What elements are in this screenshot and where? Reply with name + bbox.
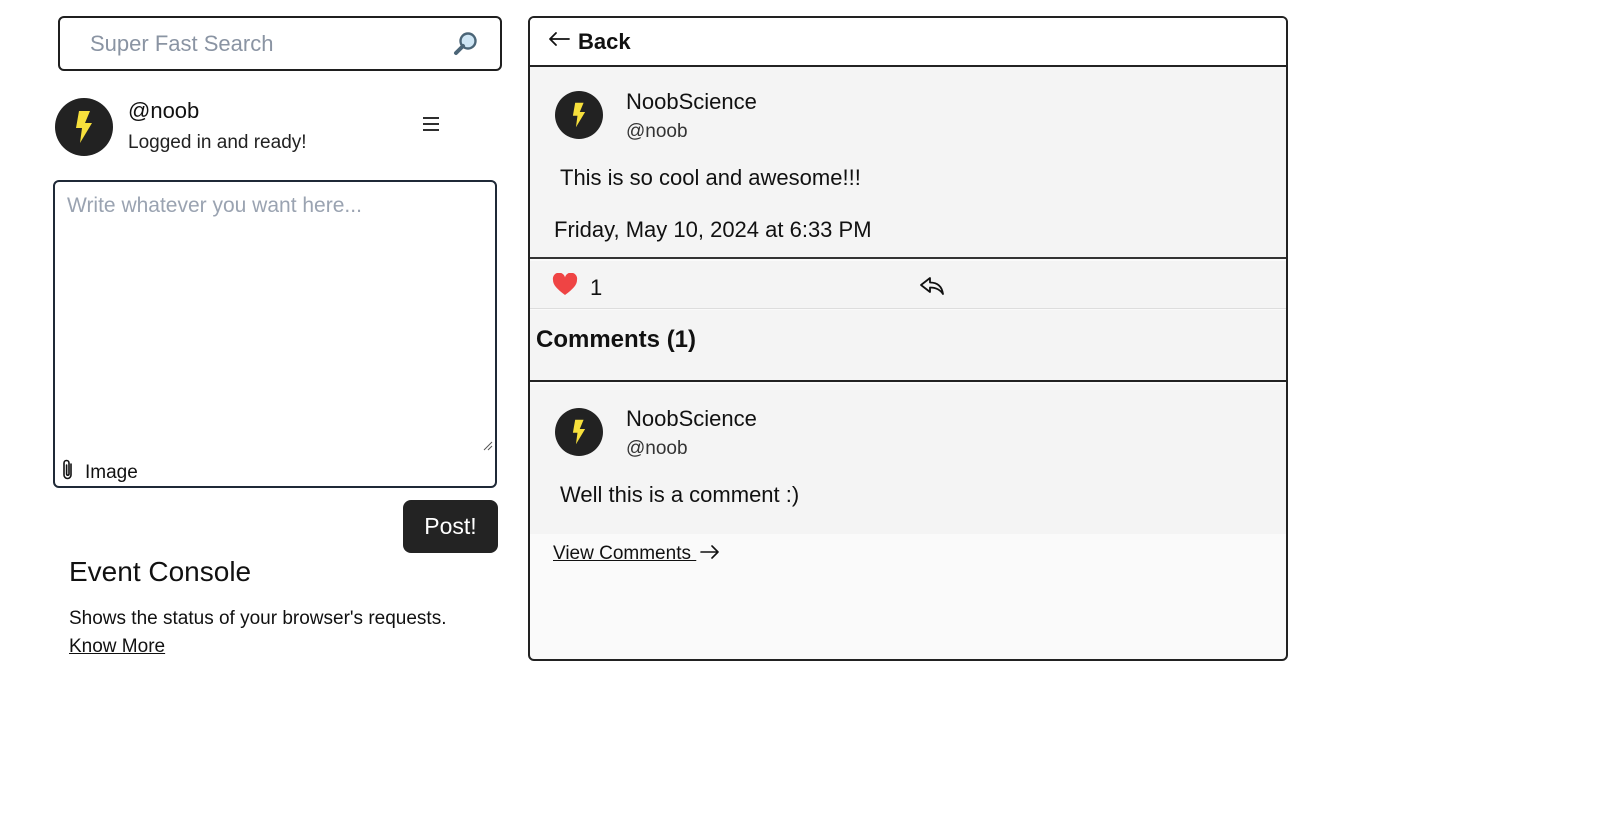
comment-author-avatar[interactable] [555,408,603,456]
lightning-bolt-icon [76,111,92,143]
post-author-name[interactable]: NoobScience [626,89,757,115]
back-button[interactable]: Back [530,18,1286,67]
hamburger-menu-icon[interactable] [421,116,441,132]
paperclip-icon [61,458,75,487]
attach-label: Image [85,461,138,483]
view-comments-label: View Comments [553,543,697,564]
avatar[interactable] [55,98,113,156]
comment-author-name[interactable]: NoobScience [626,406,757,432]
like-button[interactable]: 1 [552,272,603,302]
comment-card: NoobScience @noob Well this is a comment… [530,384,1286,534]
search-input[interactable] [90,30,452,57]
resize-grip-icon[interactable] [481,438,493,451]
profile-header: @noob Logged in and ready! [55,96,455,158]
post-composer: Image [53,180,497,488]
profile-handle: @noob [128,98,200,123]
event-console-description: Shows the status of your browser's reque… [69,608,447,629]
lightning-bolt-icon [572,102,586,128]
know-more-link[interactable]: Know More [69,636,165,658]
comment-author-handle: @noob [626,438,688,459]
comments-title: Comments (1) [536,326,697,353]
magnifier-icon[interactable] [452,30,480,58]
event-console-title: Event Console [69,556,252,587]
reply-icon[interactable] [919,275,945,302]
view-comments-link[interactable]: View Comments [553,543,720,565]
arrow-left-icon [548,31,570,52]
comments-header: Comments (1) [530,310,1286,382]
heart-icon [552,272,578,302]
attach-image-button[interactable]: Image [61,458,138,487]
post-card: NoobScience @noob This is so cool and aw… [530,67,1286,259]
post-actions: 1 [530,261,1286,309]
post-author-handle: @noob [626,121,688,142]
profile-status: Logged in and ready! [128,132,307,153]
lightning-bolt-icon [572,419,586,445]
post-button[interactable]: Post! [403,500,498,553]
like-count: 1 [590,274,603,300]
post-author-avatar[interactable] [555,91,603,139]
post-text: This is so cool and awesome!!! [560,165,861,190]
post-detail-panel: Back NoobScience @noob This is so cool a… [528,16,1288,661]
back-label: Back [578,28,631,54]
search-box[interactable] [58,16,502,71]
post-date: Friday, May 10, 2024 at 6:33 PM [554,217,872,242]
comment-text: Well this is a comment :) [560,482,800,507]
post-textarea[interactable] [67,194,487,444]
arrow-right-icon [696,543,720,565]
